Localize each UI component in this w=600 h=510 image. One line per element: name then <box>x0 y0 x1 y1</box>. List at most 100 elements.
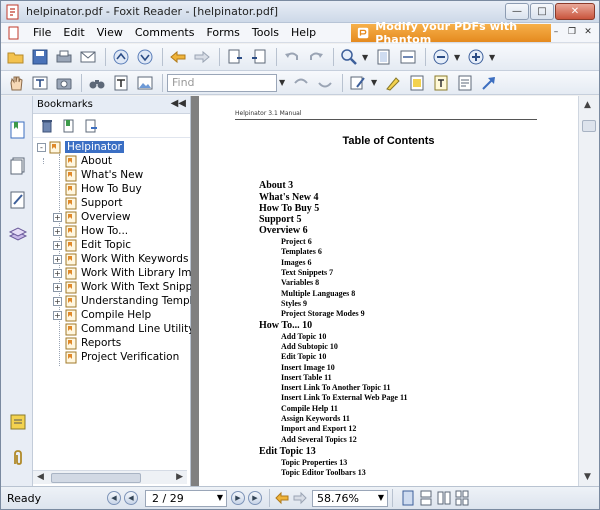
bookmark-item[interactable]: Command Line Utility <box>53 322 194 336</box>
expand-node-icon[interactable]: + <box>53 226 62 236</box>
last-page-button[interactable]: ▶ <box>248 491 262 505</box>
find-input[interactable]: Find <box>167 73 277 92</box>
zoom-dropdown-icon[interactable]: ▼ <box>378 493 384 502</box>
expand-node-icon[interactable]: + <box>53 310 62 320</box>
toc-section-entry[interactable]: Insert Link To External Web Page 11 <box>281 393 408 402</box>
bookmark-item[interactable]: + How To... <box>53 224 128 238</box>
bookmark-item[interactable]: About <box>53 154 112 168</box>
toc-section-entry[interactable]: Edit Topic 10 <box>281 352 326 361</box>
undo-button[interactable] <box>281 46 303 68</box>
layers-panel-icon[interactable] <box>8 224 28 244</box>
redo-button[interactable] <box>305 46 327 68</box>
maximize-button[interactable]: □ <box>530 3 554 20</box>
toc-section-entry[interactable]: Add Subtopic 10 <box>281 342 338 351</box>
previous-page-button[interactable] <box>110 46 132 68</box>
toc-section-entry[interactable]: Project Storage Modes 9 <box>281 309 365 318</box>
toc-section-entry[interactable]: Text Snippets 7 <box>281 268 333 277</box>
bookmark-item[interactable]: What's New <box>53 168 143 182</box>
toc-section-entry[interactable]: Insert Link To Another Topic 11 <box>281 383 390 392</box>
bookmarks-horizontal-scrollbar[interactable]: ◀ ▶ <box>33 470 187 484</box>
binoculars-search-button[interactable] <box>86 72 108 94</box>
phantom-promo-banner[interactable]: Modify your PDFs with Phantom <box>351 20 551 46</box>
first-page-button[interactable]: ◀ <box>107 491 121 505</box>
zoom-tool-dropdown-icon[interactable]: ▼ <box>362 53 370 62</box>
save-button[interactable] <box>29 46 51 68</box>
go-back-button[interactable] <box>167 46 189 68</box>
forward-arrow-icon[interactable] <box>292 490 308 506</box>
menu-tools[interactable]: Tools <box>246 26 285 39</box>
doc-minimize-button[interactable]: – <box>549 25 563 39</box>
zoom-level-field[interactable]: 58.76% ▼ <box>312 489 388 507</box>
bookmarks-panel-icon[interactable] <box>8 120 28 140</box>
expand-node-icon[interactable]: + <box>53 296 62 306</box>
scroll-left-icon[interactable]: ◀ <box>37 472 44 482</box>
toc-chapter-entry[interactable]: How To Buy 5 <box>259 203 319 214</box>
minimize-button[interactable]: — <box>505 3 529 20</box>
zoom-in-dropdown-icon[interactable]: ▼ <box>489 53 497 62</box>
toc-section-entry[interactable]: Insert Image 10 <box>281 363 335 372</box>
page-number-field[interactable]: 2 / 29 ▼ <box>145 489 227 507</box>
bookmark-item[interactable]: + Understanding Templat <box>53 294 203 308</box>
select-text-button[interactable] <box>29 72 51 94</box>
scroll-thumb[interactable] <box>582 120 596 132</box>
bookmark-item[interactable]: + Work With Text Snippe <box>53 280 199 294</box>
toc-chapter-entry[interactable]: About 3 <box>259 180 293 191</box>
document-vertical-scrollbar[interactable]: ▲ ▼ <box>578 96 599 486</box>
next-page-status-button[interactable]: ▶ <box>231 491 245 505</box>
bookmark-properties-icon[interactable] <box>83 118 99 134</box>
scroll-down-icon[interactable]: ▼ <box>584 472 591 482</box>
bookmark-item[interactable]: + Overview <box>53 210 130 224</box>
toc-chapter-entry[interactable]: Overview 6 <box>259 225 308 236</box>
find-previous-button[interactable] <box>290 72 312 94</box>
menu-forms[interactable]: Forms <box>200 26 245 39</box>
extract-page-button[interactable] <box>224 46 246 68</box>
doc-close-button[interactable]: ✕ <box>581 25 595 39</box>
bookmark-root-item[interactable]: - Helpinator <box>37 140 124 154</box>
next-page-button[interactable] <box>134 46 156 68</box>
toc-section-entry[interactable]: Project 6 <box>281 237 312 246</box>
previous-page-status-button[interactable]: ◀ <box>124 491 138 505</box>
toc-section-entry[interactable]: Assign Keywords 11 <box>281 414 350 423</box>
toc-section-entry[interactable]: Topic Properties 13 <box>281 458 347 467</box>
toc-chapter-entry[interactable]: What's New 4 <box>259 192 318 203</box>
highlight-button[interactable] <box>382 72 404 94</box>
bookmark-item[interactable]: How To Buy <box>53 182 142 196</box>
menu-file[interactable]: File <box>27 26 57 39</box>
attachments-panel-icon[interactable] <box>8 448 28 468</box>
toc-section-entry[interactable]: Topic Editor Toolbars 13 <box>281 468 366 477</box>
arrow-tool-button[interactable] <box>478 72 500 94</box>
expand-node-icon[interactable]: + <box>53 282 62 292</box>
find-dropdown-icon[interactable]: ▼ <box>279 78 287 87</box>
signatures-panel-icon[interactable] <box>8 412 28 432</box>
comment-button[interactable] <box>347 72 369 94</box>
single-page-layout-icon[interactable] <box>401 490 415 506</box>
zoom-out-dropdown-icon[interactable]: ▼ <box>454 53 462 62</box>
page-dropdown-icon[interactable]: ▼ <box>217 493 223 502</box>
expand-node-icon[interactable]: + <box>53 254 62 264</box>
expand-node-icon[interactable]: + <box>53 240 62 250</box>
zoom-out-button[interactable] <box>430 46 452 68</box>
pages-panel-icon[interactable] <box>8 156 28 176</box>
doc-restore-button[interactable]: ❐ <box>565 25 579 39</box>
toc-section-entry[interactable]: Add Several Topics 12 <box>281 435 357 444</box>
snapshot-button[interactable] <box>53 72 75 94</box>
toc-section-entry[interactable]: Add Topic 10 <box>281 332 326 341</box>
zoom-in-button[interactable] <box>465 46 487 68</box>
zoom-tool-button[interactable] <box>338 46 360 68</box>
bookmark-item[interactable]: Support <box>53 196 123 210</box>
menu-comments[interactable]: Comments <box>129 26 201 39</box>
document-view[interactable]: Helpinator 3.1 Manual Table of Contents … <box>191 96 578 486</box>
fit-page-button[interactable] <box>373 46 395 68</box>
toc-section-entry[interactable]: Variables 8 <box>281 278 319 287</box>
hand-tool-button[interactable] <box>5 72 27 94</box>
facing-layout-icon[interactable] <box>437 490 451 506</box>
attach-file-button[interactable] <box>454 72 476 94</box>
bookmark-item[interactable]: Project Verification <box>53 350 179 364</box>
delete-bookmark-icon[interactable] <box>39 118 55 134</box>
toc-section-entry[interactable]: Import and Export 12 <box>281 424 356 433</box>
collapse-node-icon[interactable]: - <box>37 142 46 152</box>
continuous-layout-icon[interactable] <box>419 490 433 506</box>
fit-width-button[interactable] <box>397 46 419 68</box>
find-next-button[interactable] <box>314 72 336 94</box>
typewriter-button[interactable] <box>406 72 428 94</box>
